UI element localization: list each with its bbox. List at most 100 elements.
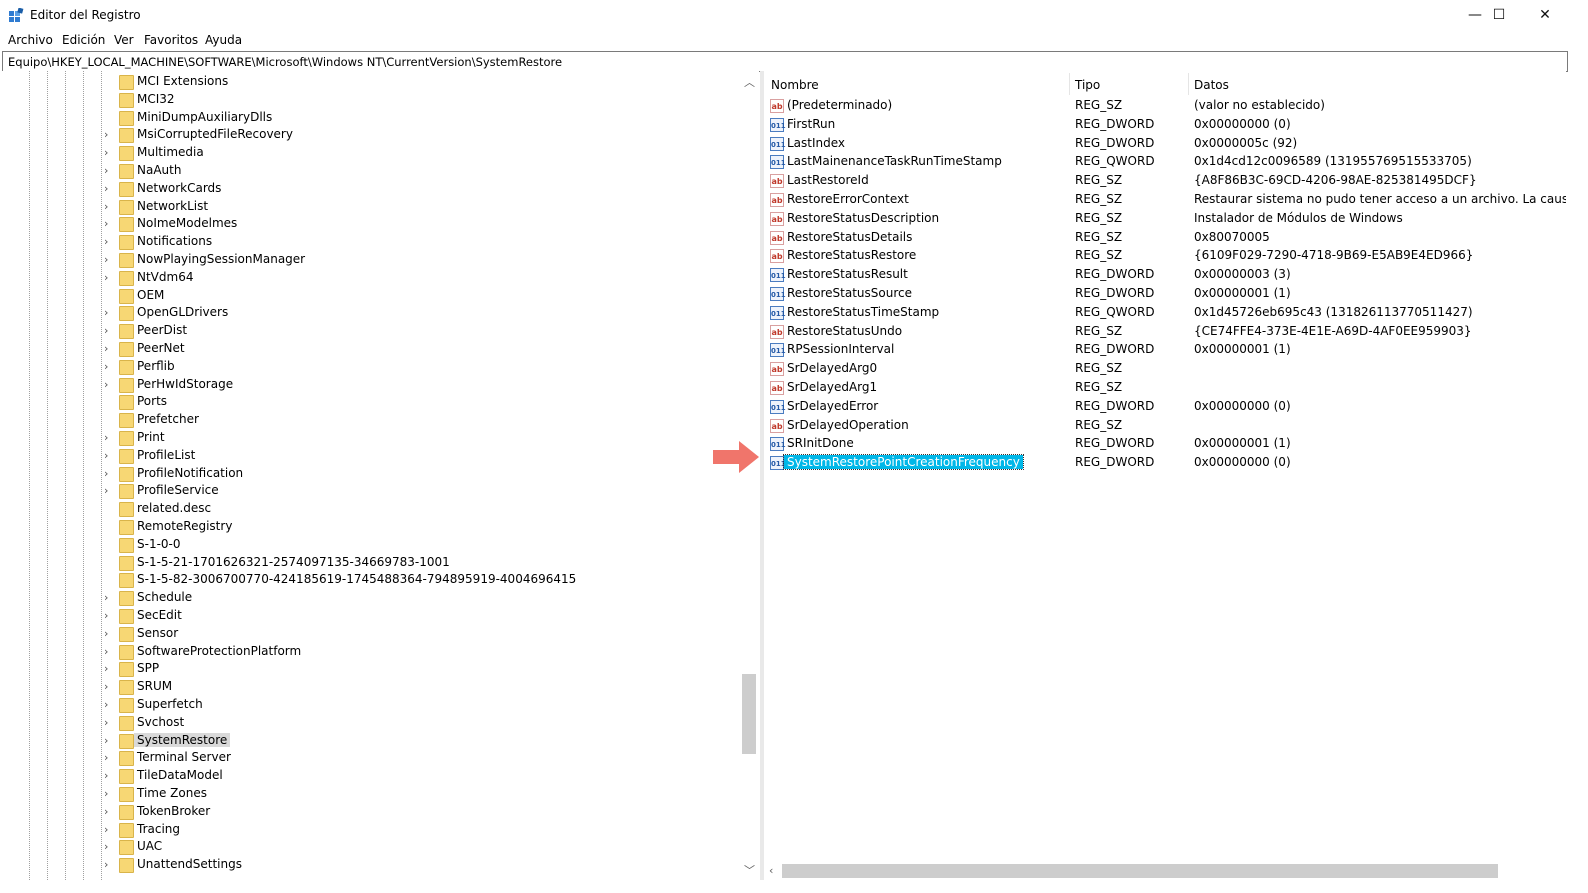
expand-chevron-icon[interactable]: › [104, 806, 114, 817]
menu-favoritos[interactable]: Favoritos [144, 33, 198, 47]
value-row[interactable]: ab LastRestoreId REG_SZ {A8F86B3C-69CD-4206… [764, 172, 1566, 190]
value-row[interactable]: 011 RestoreStatusSource REG_DWORD 0x0000000… [764, 285, 1566, 303]
expand-chevron-icon[interactable]: › [104, 201, 114, 212]
expand-chevron-icon[interactable]: › [104, 254, 114, 265]
value-row[interactable]: 011 LastMainenanceTaskRunTimeStamp REG_QWO… [764, 153, 1566, 171]
tree-item[interactable]: MCI32 [1, 91, 741, 109]
tree-item[interactable]: Prefetcher [1, 411, 741, 429]
expand-chevron-icon[interactable]: › [104, 468, 114, 479]
expand-chevron-icon[interactable]: › [104, 450, 114, 461]
expand-chevron-icon[interactable]: › [104, 859, 114, 870]
expand-chevron-icon[interactable]: › [104, 610, 114, 621]
expand-chevron-icon[interactable]: › [104, 307, 114, 318]
expand-chevron-icon[interactable]: › [104, 824, 114, 835]
menu-edicion[interactable]: Edición [62, 33, 105, 47]
column-separator[interactable] [1069, 73, 1070, 95]
value-row[interactable]: 011 RestoreStatusTimeStamp REG_QWORD 0x1d45… [764, 304, 1566, 322]
expand-chevron-icon[interactable]: › [104, 770, 114, 781]
address-bar[interactable]: Equipo\HKEY_LOCAL_MACHINE\SOFTWARE\Micro… [2, 51, 1568, 72]
expand-chevron-icon[interactable]: › [104, 218, 114, 229]
tree-item[interactable]: › ProfileService [1, 482, 741, 500]
expand-chevron-icon[interactable]: › [104, 735, 114, 746]
value-row[interactable]: 011 SystemRestorePointCreationFrequency RE… [764, 454, 1566, 472]
values-pane[interactable]: Nombre Tipo Datos ab (Predeterminado) REG_… [764, 71, 1566, 880]
values-scroll-thumb[interactable] [782, 864, 1498, 878]
tree-item[interactable]: S-1-5-21-1701626321-2574097135-34669783-… [1, 554, 741, 572]
expand-chevron-icon[interactable]: › [104, 485, 114, 496]
menu-archivo[interactable]: Archivo [8, 33, 53, 47]
expand-chevron-icon[interactable]: › [104, 147, 114, 158]
tree-item[interactable]: › Svchost [1, 714, 741, 732]
value-row[interactable]: 011 FirstRun REG_DWORD 0x00000000 (0) [764, 116, 1566, 134]
maximize-button[interactable]: ☐ [1476, 0, 1522, 30]
column-header-data[interactable]: Datos [1194, 78, 1229, 92]
tree-item[interactable]: › PeerDist [1, 322, 741, 340]
expand-chevron-icon[interactable]: › [104, 325, 114, 336]
tree-item[interactable]: › TileDataModel [1, 767, 741, 785]
tree-item[interactable]: OEM [1, 287, 741, 305]
tree-item[interactable]: MiniDumpAuxiliaryDlls [1, 109, 741, 127]
expand-chevron-icon[interactable]: › [104, 165, 114, 176]
value-row[interactable]: 011 LastIndex REG_DWORD 0x0000005c (92) [764, 135, 1566, 153]
value-row[interactable]: ab SrDelayedArg1 REG_SZ [764, 379, 1566, 397]
expand-chevron-icon[interactable]: › [104, 717, 114, 728]
tree-item[interactable]: › NowPlayingSessionManager [1, 251, 741, 269]
value-row[interactable]: ab SrDelayedArg0 REG_SZ [764, 360, 1566, 378]
menu-ver[interactable]: Ver [114, 33, 134, 47]
value-row[interactable]: ab (Predeterminado) REG_SZ (valor no establ… [764, 97, 1566, 115]
column-header-name[interactable]: Nombre [771, 78, 819, 92]
expand-chevron-icon[interactable]: › [104, 236, 114, 247]
tree-item[interactable]: MCI Extensions [1, 73, 741, 91]
expand-chevron-icon[interactable]: › [104, 788, 114, 799]
tree-item[interactable]: › SPP [1, 660, 741, 678]
tree-item[interactable]: › Sensor [1, 625, 741, 643]
tree-item[interactable]: › SecEdit [1, 607, 741, 625]
value-row[interactable]: 011 SRInitDone REG_DWORD 0x00000001 (1) [764, 435, 1566, 453]
tree-item[interactable]: › OpenGLDrivers [1, 304, 741, 322]
tree-item[interactable]: › Superfetch [1, 696, 741, 714]
tree-item[interactable]: RemoteRegistry [1, 518, 741, 536]
menu-ayuda[interactable]: Ayuda [205, 33, 242, 47]
tree-item[interactable]: › Print [1, 429, 741, 447]
tree-scroll-thumb[interactable] [742, 674, 756, 754]
key-tree-pane[interactable]: MCI Extensions MCI32 MiniDumpAuxiliaryDlls… [1, 71, 759, 880]
tree-item[interactable]: S-1-0-0 [1, 536, 741, 554]
expand-chevron-icon[interactable]: › [104, 272, 114, 283]
tree-item[interactable]: S-1-5-82-3006700770-424185619-1745488364… [1, 571, 741, 589]
tree-item[interactable]: › SoftwareProtectionPlatform [1, 643, 741, 661]
tree-item[interactable]: › SystemRestore [1, 732, 741, 750]
value-row[interactable]: ab RestoreErrorContext REG_SZ Restaurar sis… [764, 191, 1566, 209]
value-row[interactable]: 011 SrDelayedError REG_DWORD 0x00000000 (0) [764, 398, 1566, 416]
expand-chevron-icon[interactable]: › [104, 183, 114, 194]
expand-chevron-icon[interactable]: › [104, 646, 114, 657]
tree-item[interactable]: › Terminal Server [1, 749, 741, 767]
expand-chevron-icon[interactable]: › [104, 752, 114, 763]
value-row[interactable]: ab RestoreStatusDetails REG_SZ 0x80070005 [764, 229, 1566, 247]
tree-item[interactable]: › Notifications [1, 233, 741, 251]
tree-item[interactable]: related.desc [1, 500, 741, 518]
tree-vertical-scrollbar[interactable]: ︿ ﹀ [740, 71, 758, 880]
tree-item[interactable]: Ports [1, 393, 741, 411]
tree-item[interactable]: › PeerNet [1, 340, 741, 358]
tree-item[interactable]: › Multimedia [1, 144, 741, 162]
tree-item[interactable]: › TokenBroker [1, 803, 741, 821]
scroll-left-icon[interactable]: ‹ [769, 864, 773, 877]
tree-item[interactable]: › ProfileList [1, 447, 741, 465]
expand-chevron-icon[interactable]: › [104, 681, 114, 692]
tree-item[interactable]: › NoImeModelmes [1, 215, 741, 233]
value-row[interactable]: ab RestoreStatusDescription REG_SZ Instalad… [764, 210, 1566, 228]
tree-item[interactable]: › SRUM [1, 678, 741, 696]
column-header-type[interactable]: Tipo [1075, 78, 1100, 92]
value-row[interactable]: ab RestoreStatusRestore REG_SZ {6109F029-72… [764, 247, 1566, 265]
expand-chevron-icon[interactable]: › [104, 699, 114, 710]
expand-chevron-icon[interactable]: › [104, 432, 114, 443]
tree-item[interactable]: › ProfileNotification [1, 465, 741, 483]
close-button[interactable]: ✕ [1522, 0, 1568, 30]
scroll-down-icon[interactable]: ﹀ [744, 862, 755, 878]
tree-item[interactable]: › Perflib [1, 358, 741, 376]
expand-chevron-icon[interactable]: › [104, 592, 114, 603]
tree-item[interactable]: › PerHwIdStorage [1, 376, 741, 394]
value-row[interactable]: 011 RPSessionInterval REG_DWORD 0x00000001 … [764, 341, 1566, 359]
expand-chevron-icon[interactable]: › [104, 841, 114, 852]
tree-item[interactable]: › UnattendSettings [1, 856, 741, 874]
